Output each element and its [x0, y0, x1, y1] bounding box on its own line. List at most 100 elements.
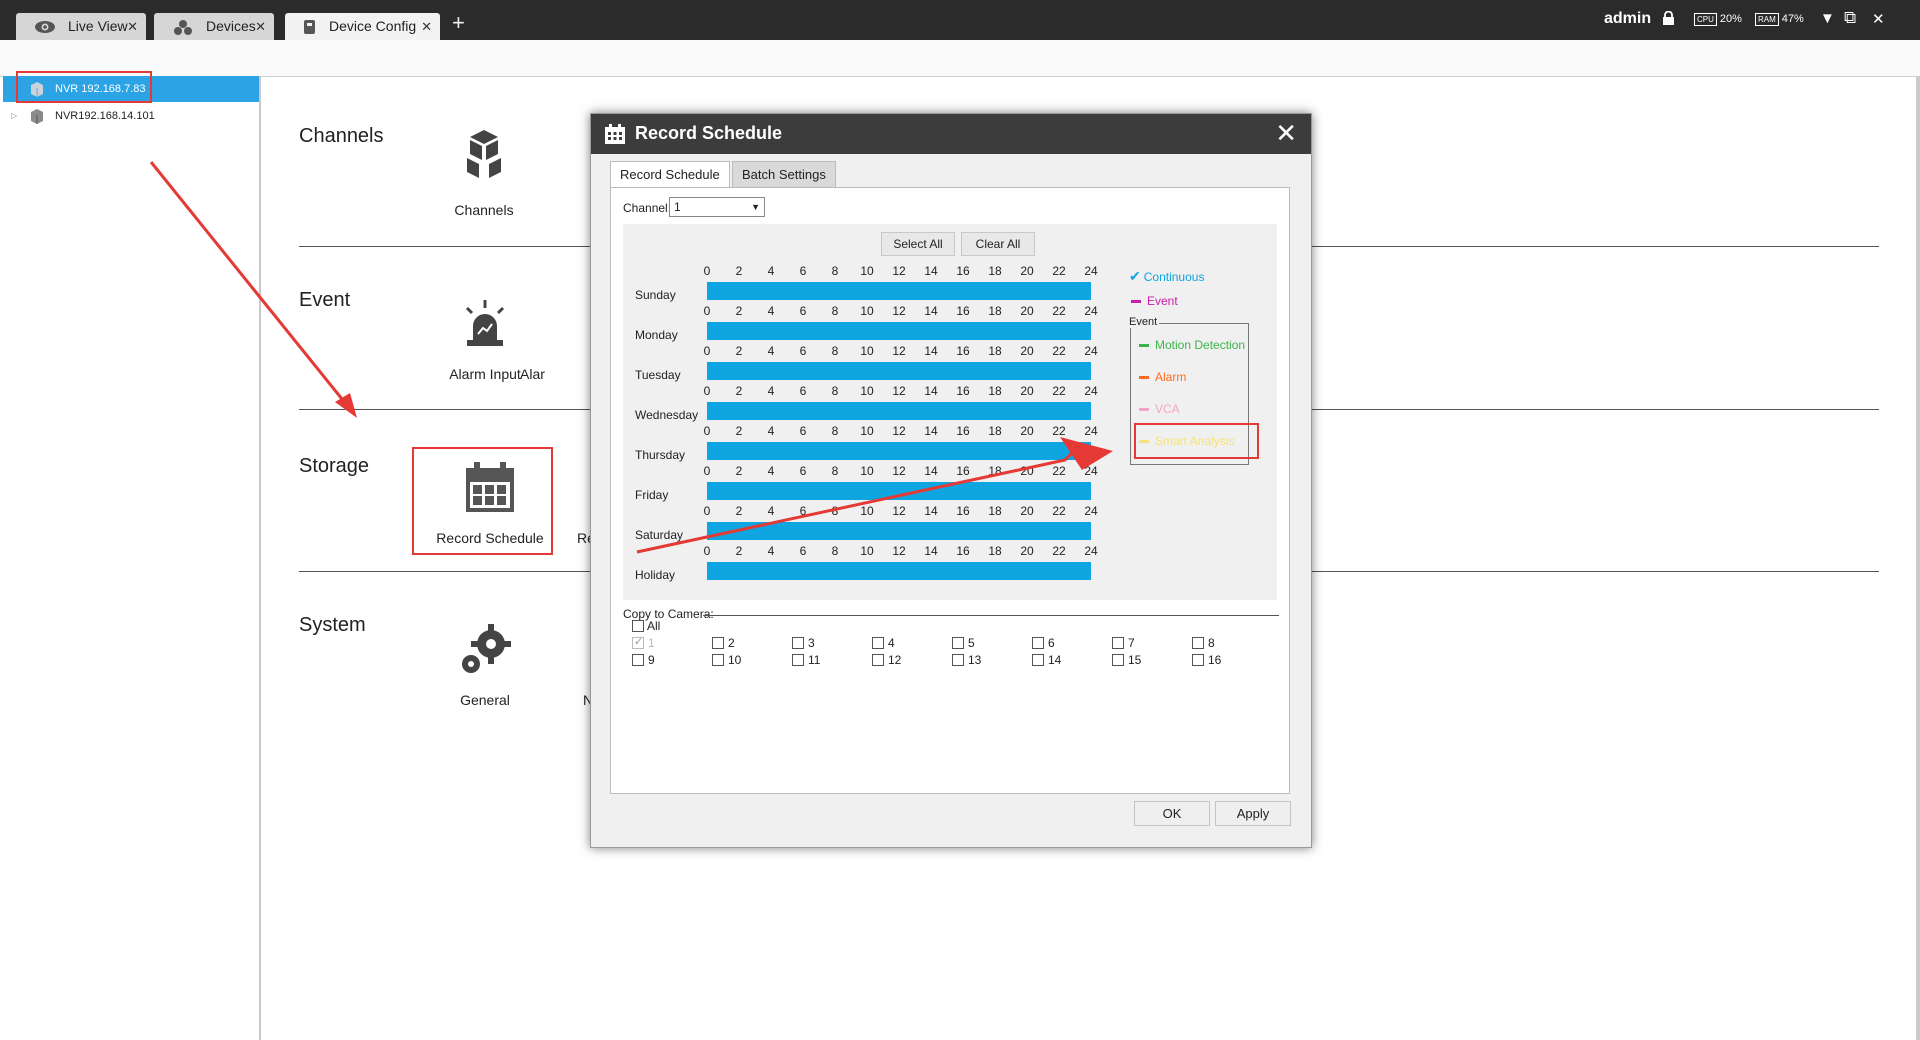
camera-checkbox[interactable]: [1032, 654, 1044, 666]
hour-tick: 4: [767, 544, 775, 558]
hour-tick: 18: [988, 424, 1002, 438]
camera-checkbox-label: 16: [1208, 653, 1222, 667]
scrollbar[interactable]: [1916, 76, 1920, 1040]
device-tree-item[interactable]: ▷ NVR192.168.14.101: [3, 103, 259, 129]
camera-checkbox[interactable]: [792, 637, 804, 649]
camera-checkbox[interactable]: [1032, 637, 1044, 649]
camera-checkbox-label: 1: [648, 636, 655, 650]
window-close-icon[interactable]: ✕: [1872, 10, 1885, 28]
camera-checkbox[interactable]: [1192, 654, 1204, 666]
hour-tick: 6: [799, 344, 807, 358]
config-label: Alarm Input: [449, 366, 521, 382]
config-general[interactable]: General: [415, 618, 555, 708]
camera-checkbox[interactable]: [1112, 637, 1124, 649]
tab-close-icon[interactable]: ✕: [255, 13, 266, 40]
schedule-bar[interactable]: [707, 522, 1091, 540]
title-bar: Live View ✕ Devices ✕ Device Config ✕ + …: [0, 0, 1920, 40]
schedule-panel: Channel: 1 ▼ Select All Clear All ✔ Conti…: [610, 187, 1290, 794]
hour-tick: 10: [860, 464, 874, 478]
hour-tick: 8: [831, 424, 839, 438]
legend-motion-detection[interactable]: Motion Detection: [1139, 338, 1245, 352]
gears-icon: [462, 624, 511, 673]
hour-tick: 0: [703, 424, 711, 438]
camera-checkbox-label: 8: [1208, 636, 1215, 650]
chevron-down-icon: ▼: [751, 202, 760, 212]
tab-device-config[interactable]: Device Config ✕: [285, 13, 440, 40]
apply-button[interactable]: Apply: [1215, 801, 1291, 826]
config-record-schedule[interactable]: Record Schedule: [420, 456, 560, 546]
hour-tick: 4: [767, 504, 775, 518]
camera-checkbox[interactable]: [632, 654, 644, 666]
legend-alarm[interactable]: Alarm: [1139, 370, 1186, 384]
hour-tick: 22: [1052, 464, 1066, 478]
hour-tick: 16: [956, 344, 970, 358]
hour-tick: 8: [831, 504, 839, 518]
minimize-icon[interactable]: ▼: [1820, 10, 1835, 27]
tab-live-view[interactable]: Live View ✕: [16, 13, 146, 40]
schedule-bar[interactable]: [707, 282, 1091, 300]
legend-continuous[interactable]: ✔ Continuous: [1129, 268, 1204, 285]
hour-tick: 6: [799, 464, 807, 478]
tab-devices[interactable]: Devices ✕: [154, 13, 274, 40]
hour-tick: 0: [703, 504, 711, 518]
camera-checkbox-label: 4: [888, 636, 895, 650]
config-alarm-output[interactable]: Alar: [520, 366, 590, 382]
schedule-bar[interactable]: [707, 482, 1091, 500]
camera-checkbox[interactable]: [712, 637, 724, 649]
camera-checkbox[interactable]: [712, 654, 724, 666]
close-icon[interactable]: ✕: [1275, 118, 1297, 149]
hour-tick: 24: [1084, 304, 1098, 318]
hour-tick: 18: [988, 504, 1002, 518]
hour-tick: 4: [767, 424, 775, 438]
schedule-bar[interactable]: [707, 362, 1091, 380]
camera-checkbox[interactable]: [1192, 637, 1204, 649]
schedule-bar[interactable]: [707, 562, 1091, 580]
config-channels[interactable]: Channels: [414, 128, 554, 218]
camera-checkbox[interactable]: [952, 637, 964, 649]
tab-record-schedule[interactable]: Record Schedule: [610, 161, 730, 188]
hour-tick: 24: [1084, 464, 1098, 478]
highlight-box: [1134, 423, 1259, 459]
camera-checkbox[interactable]: [872, 654, 884, 666]
hour-tick: 24: [1084, 544, 1098, 558]
schedule-bar[interactable]: [707, 322, 1091, 340]
select-all-button[interactable]: Select All: [881, 232, 955, 256]
lock-icon[interactable]: [1662, 11, 1675, 25]
day-label: Monday: [635, 328, 678, 342]
hour-tick: 16: [956, 304, 970, 318]
tab-close-icon[interactable]: ✕: [421, 13, 432, 40]
device-label: NVR192.168.14.101: [55, 110, 155, 122]
legend-label: VCA: [1155, 402, 1180, 416]
checkbox-all-label: All: [647, 619, 661, 633]
hour-tick: 8: [831, 464, 839, 478]
add-tab-icon[interactable]: +: [452, 10, 465, 36]
schedule-bar[interactable]: [707, 402, 1091, 420]
ok-button[interactable]: OK: [1134, 801, 1210, 826]
tab-close-icon[interactable]: ✕: [127, 13, 138, 40]
clear-all-button[interactable]: Clear All: [961, 232, 1035, 256]
divider: [703, 615, 1279, 616]
expand-arrow-icon[interactable]: ▷: [11, 103, 17, 129]
tab-batch-settings[interactable]: Batch Settings: [732, 161, 836, 188]
legend-swatch: [1139, 376, 1149, 380]
eye-icon: [35, 21, 55, 33]
hour-tick: 0: [703, 344, 711, 358]
channel-select[interactable]: 1 ▼: [669, 197, 765, 217]
legend-event[interactable]: Event: [1131, 294, 1178, 308]
restore-icon[interactable]: ⧉: [1844, 8, 1856, 28]
tab-label: Device Config: [329, 18, 417, 34]
hour-tick: 16: [956, 424, 970, 438]
legend-vca[interactable]: VCA: [1139, 402, 1180, 416]
camera-checkbox[interactable]: [1112, 654, 1124, 666]
legend-swatch: [1139, 408, 1149, 412]
legend-label: Motion Detection: [1155, 338, 1246, 352]
toolbar-strip: [0, 40, 1920, 77]
hour-tick: 8: [831, 544, 839, 558]
camera-checkbox[interactable]: [872, 637, 884, 649]
camera-checkbox[interactable]: [792, 654, 804, 666]
hour-tick: 14: [924, 464, 938, 478]
config-label: Channels: [454, 202, 514, 218]
camera-checkbox[interactable]: [952, 654, 964, 666]
checkbox-all[interactable]: [632, 620, 644, 632]
schedule-bar[interactable]: [707, 442, 1091, 460]
